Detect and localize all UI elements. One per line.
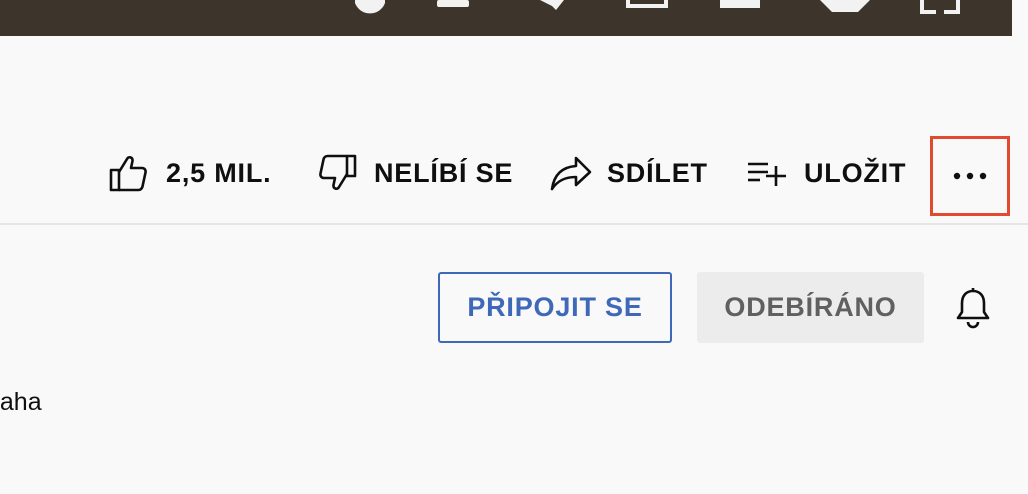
thumbs-up-icon [109,155,147,192]
dislike-button[interactable]: NELÍBÍ SE [318,148,513,198]
save-button[interactable]: ULOŽIT [746,148,906,198]
fullscreen-icon [920,0,960,14]
save-label: ULOŽIT [804,157,907,188]
more-horizontal-icon [953,172,987,180]
notification-bell-icon [956,288,990,329]
section-divider [0,223,1028,225]
playlist-add-icon [748,162,786,186]
share-arrow-icon [550,156,592,191]
video-player-bottom[interactable] [0,0,1012,36]
subtitles-icon [437,0,469,7]
channel-description-fragment: naha [0,388,42,416]
dislike-label: NELÍBÍ SE [374,157,514,188]
subscribed-button[interactable]: ODEBÍRÁNO [697,272,924,343]
theater-icon [626,0,668,8]
player-controls [355,0,960,14]
airplay-icon [720,0,760,8]
notification-bell-button[interactable] [950,284,996,332]
video-actions-row: 2,5 MIL. NELÍBÍ SE SDÍLET ULOŽIT [0,148,1028,198]
share-label: SDÍLET [607,157,708,188]
miniplayer-icon [540,0,564,10]
like-button[interactable]: 2,5 MIL. [108,148,271,198]
cast-icon [820,0,870,12]
thumbs-down-icon [319,154,357,191]
share-button[interactable]: SDÍLET [550,148,708,198]
like-count: 2,5 MIL. [166,157,272,188]
more-actions-button[interactable] [930,136,1010,216]
join-button[interactable]: PŘIPOJIT SE [438,272,672,343]
settings-icon [355,0,385,14]
